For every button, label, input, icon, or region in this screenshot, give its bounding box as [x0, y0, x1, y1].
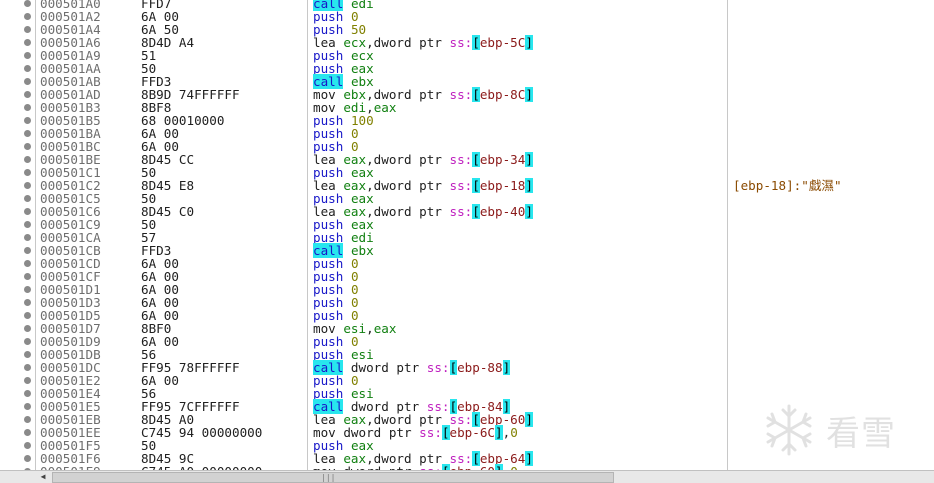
instruction-token: ebp-8C — [479, 87, 526, 102]
instruction-token: ] — [525, 412, 533, 427]
breakpoint-dot-icon[interactable] — [24, 0, 31, 7]
breakpoint-dot-icon[interactable] — [24, 247, 31, 254]
breakpoint-dot-icon[interactable] — [24, 455, 31, 462]
breakpoint-dot-icon[interactable] — [24, 104, 31, 111]
breakpoint-dot-icon[interactable] — [24, 351, 31, 358]
instruction-token: ] — [495, 425, 503, 440]
instruction-token: ] — [502, 360, 511, 375]
instruction-token: ] — [525, 451, 533, 466]
breakpoint-dot-icon[interactable] — [24, 117, 31, 124]
instruction-token: [ — [472, 204, 480, 219]
instruction-token: ebp-88 — [457, 360, 503, 375]
instruction-token: ss: — [426, 360, 450, 375]
breakpoint-dot-icon[interactable] — [24, 91, 31, 98]
breakpoint-dot-icon[interactable] — [24, 286, 31, 293]
instruction-token: [ — [472, 35, 480, 50]
instruction-token: ss: — [449, 152, 473, 167]
breakpoint-dot-icon[interactable] — [24, 299, 31, 306]
instruction-token: ss: — [449, 178, 473, 193]
instruction-token: ] — [525, 204, 533, 219]
breakpoint-dot-icon[interactable] — [24, 156, 31, 163]
breakpoint-dot-icon[interactable] — [24, 429, 31, 436]
breakpoint-dot-icon[interactable] — [24, 442, 31, 449]
instruction-token: ] — [525, 87, 533, 102]
instruction-token: [ — [441, 425, 450, 440]
breakpoint-dot-icon[interactable] — [24, 338, 31, 345]
instruction-token: ,dword ptr — [366, 204, 450, 219]
breakpoint-dot-icon[interactable] — [24, 169, 31, 176]
breakpoint-dot-icon[interactable] — [24, 52, 31, 59]
instruction-token: [ — [472, 152, 480, 167]
instruction-token: ,dword ptr — [366, 178, 450, 193]
instruction-token: ebp-6C — [449, 425, 496, 440]
scrollbar-thumb[interactable]: ||| — [52, 472, 614, 483]
breakpoint-dot-icon[interactable] — [24, 221, 31, 228]
breakpoint-dot-icon[interactable] — [24, 260, 31, 267]
instruction-token: eax — [373, 100, 397, 115]
instruction-token: ebp-18 — [479, 178, 526, 193]
instruction-token: ss: — [419, 425, 442, 440]
breakpoint-dot-icon[interactable] — [24, 416, 31, 423]
breakpoint-dot-icon[interactable] — [24, 325, 31, 332]
instruction-token: ] — [525, 35, 533, 50]
instruction-token: ebp-34 — [479, 152, 526, 167]
instruction-token: ] — [525, 178, 533, 193]
instruction-token: ,dword ptr — [366, 35, 450, 50]
breakpoint-dot-icon[interactable] — [24, 234, 31, 241]
instruction-token: 0 — [510, 425, 518, 440]
scroll-left-arrow-icon[interactable]: ◀ — [36, 472, 50, 482]
breakpoint-dot-icon[interactable] — [24, 312, 31, 319]
breakpoint-dot-icon[interactable] — [24, 143, 31, 150]
breakpoint-dot-icon[interactable] — [24, 364, 31, 371]
instruction-token: ss: — [449, 204, 473, 219]
instruction-token: [ — [472, 87, 480, 102]
instruction-token: ,dword ptr — [366, 152, 450, 167]
breakpoint-dot-icon[interactable] — [24, 377, 31, 384]
instruction-token: ebp-40 — [479, 204, 526, 219]
kanxue-watermark: 看雪 — [760, 402, 920, 458]
breakpoint-dot-icon[interactable] — [24, 26, 31, 33]
breakpoint-dot-icon[interactable] — [24, 182, 31, 189]
breakpoint-dot-icon[interactable] — [24, 13, 31, 20]
breakpoint-dot-icon[interactable] — [24, 273, 31, 280]
instruction-token: ebp-5C — [479, 35, 526, 50]
breakpoint-dot-icon[interactable] — [24, 65, 31, 72]
horizontal-scrollbar[interactable]: ◀ ||| — [0, 470, 934, 483]
watermark-text: 看雪 — [826, 414, 896, 454]
instruction-token: ss: — [449, 35, 473, 50]
instruction-token: , — [366, 321, 374, 336]
breakpoint-dot-icon[interactable] — [24, 403, 31, 410]
scrollbar-grip: ||| — [321, 473, 336, 482]
breakpoint-dot-icon[interactable] — [24, 390, 31, 397]
instruction-token: eax — [373, 321, 397, 336]
breakpoint-dot-icon[interactable] — [24, 208, 31, 215]
instruction-token: ] — [525, 152, 533, 167]
breakpoint-dot-icon[interactable] — [24, 195, 31, 202]
comment-cell: [ebp-18]:"戱濕" — [733, 178, 842, 193]
breakpoint-dot-icon[interactable] — [24, 78, 31, 85]
instruction-token: [ — [449, 360, 458, 375]
bytes-cell: C745 94 00000000 — [141, 425, 263, 440]
breakpoint-dot-icon[interactable] — [24, 39, 31, 46]
instruction-token: [ — [472, 178, 480, 193]
snowflake-icon — [766, 404, 812, 456]
instruction-token: ss: — [449, 87, 473, 102]
breakpoint-dot-icon[interactable] — [24, 130, 31, 137]
